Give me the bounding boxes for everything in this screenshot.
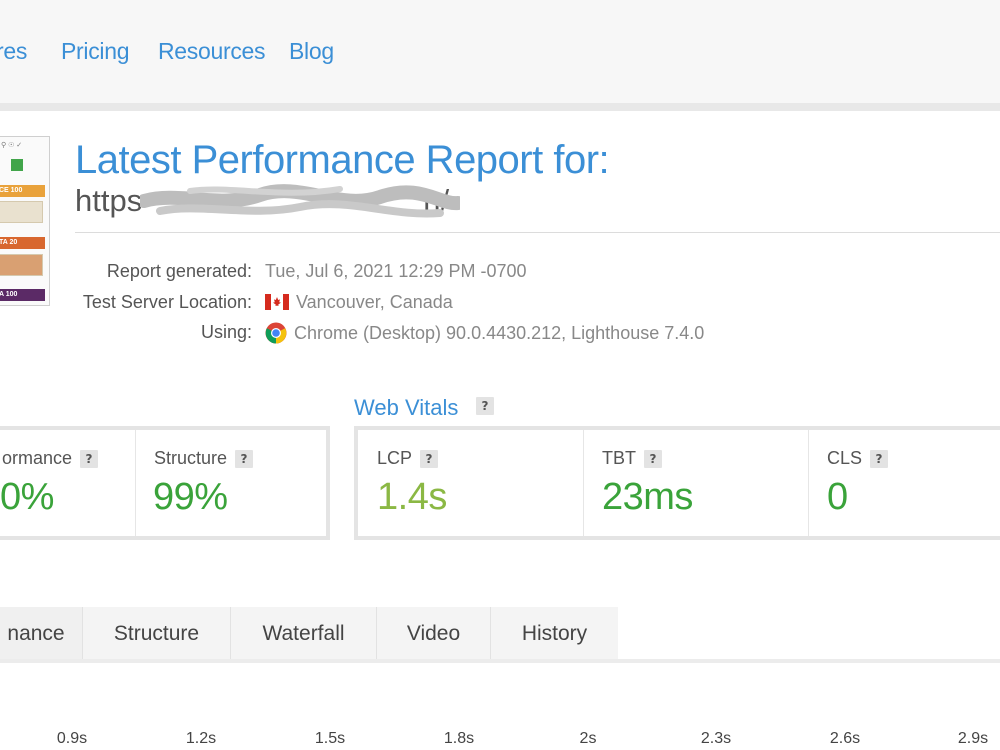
chrome-icon [265, 322, 287, 344]
thumbnail-banner-1: CE 100 [0, 185, 45, 197]
structure-score-cell: Structure? 99% [136, 430, 326, 536]
timeline-tick: 0.9s [56, 730, 88, 747]
lcp-label: LCP? [377, 448, 439, 469]
test-server-location-value: Vancouver, Canada [296, 292, 453, 312]
structure-help-icon[interactable]: ? [235, 450, 254, 468]
performance-score-cell: ormance? 0% [0, 430, 136, 536]
tab-structure[interactable]: Structure [83, 607, 231, 659]
structure-label: Structure? [154, 448, 254, 469]
gtmetrix-grade-box: ormance? 0% Structure? 99% [0, 426, 330, 540]
timeline-tick: 1.2s [185, 730, 217, 747]
performance-value: 0% [0, 476, 54, 518]
report-generated-value: Tue, Jul 6, 2021 12:29 PM -0700 [265, 261, 527, 281]
cls-cell: CLS? 0 [809, 430, 1000, 536]
thumbnail-banner-3: A 100 [0, 289, 45, 301]
tabs-divider [0, 659, 1000, 663]
header-divider [0, 103, 1000, 111]
nav-item-resources[interactable]: Resources [158, 38, 266, 65]
report-url-prefix: https [75, 183, 143, 218]
performance-label-text: ormance [2, 448, 73, 468]
lcp-help-icon[interactable]: ? [420, 450, 439, 468]
canada-flag-icon [265, 294, 289, 310]
tbt-label: TBT? [602, 448, 662, 469]
test-server-location: Vancouver, Canada [265, 292, 453, 313]
cls-help-icon[interactable]: ? [870, 450, 889, 468]
report-title: Latest Performance Report for: [75, 138, 610, 182]
lcp-label-text: LCP [377, 448, 413, 468]
tbt-cell: TBT? 23ms [584, 430, 809, 536]
web-vitals-box: LCP? 1.4s TBT? 23ms CLS? 0 [354, 426, 1000, 540]
test-server-location-label: Test Server Location: [82, 292, 252, 312]
tab-performance[interactable]: nance [0, 607, 83, 659]
timeline-tick: 1.5s [314, 730, 346, 747]
nav-item-pricing[interactable]: Pricing [61, 38, 130, 65]
timeline-tick: 2.9s [957, 730, 989, 747]
tbt-label-text: TBT [602, 448, 636, 468]
using-label: Using: [200, 322, 252, 342]
tab-history[interactable]: History [491, 607, 618, 659]
thumbnail-card-2 [0, 254, 43, 276]
timeline-tick: 1.8s [443, 730, 475, 747]
nav-item-features[interactable]: res [0, 38, 27, 65]
tab-video[interactable]: Video [377, 607, 491, 659]
performance-label: ormance? [2, 448, 99, 469]
web-vitals-help-icon[interactable]: ? [476, 397, 494, 415]
cls-value: 0 [827, 476, 848, 518]
lcp-cell: LCP? 1.4s [358, 430, 584, 536]
tab-waterfall[interactable]: Waterfall [231, 607, 377, 659]
performance-help-icon[interactable]: ? [80, 450, 99, 468]
thumbnail-toolbar-icons: ⚲ ☉ ✓ [1, 142, 23, 149]
top-nav: res Pricing Resources Blog [0, 0, 1000, 103]
thumbnail-banner-2: TA 20 [0, 237, 45, 249]
timeline-tick: 2.6s [829, 730, 861, 747]
timeline-tick: 2.3s [700, 730, 732, 747]
thumbnail-card-1 [0, 201, 43, 223]
web-vitals-title: Web Vitals [354, 395, 459, 420]
tbt-help-icon[interactable]: ? [644, 450, 662, 468]
using: Chrome (Desktop) 90.0.4430.212, Lighthou… [265, 322, 704, 344]
nav-item-blog[interactable]: Blog [289, 38, 334, 65]
tbt-value: 23ms [602, 476, 693, 518]
timeline-tick: 2s [579, 730, 597, 747]
using-value: Chrome (Desktop) 90.0.4430.212, Lighthou… [294, 323, 705, 343]
url-redaction-scribble [140, 184, 460, 218]
page-thumbnail[interactable]: ⚲ ☉ ✓ CE 100 TA 20 A 100 [0, 136, 50, 306]
lcp-value: 1.4s [377, 476, 447, 518]
thumbnail-logo-icon [11, 159, 23, 171]
structure-value: 99% [153, 476, 228, 518]
report-generated-label: Report generated: [106, 261, 252, 281]
cls-label: CLS? [827, 448, 889, 469]
title-divider [75, 232, 1000, 233]
structure-label-text: Structure [154, 448, 228, 468]
cls-label-text: CLS [827, 448, 863, 468]
